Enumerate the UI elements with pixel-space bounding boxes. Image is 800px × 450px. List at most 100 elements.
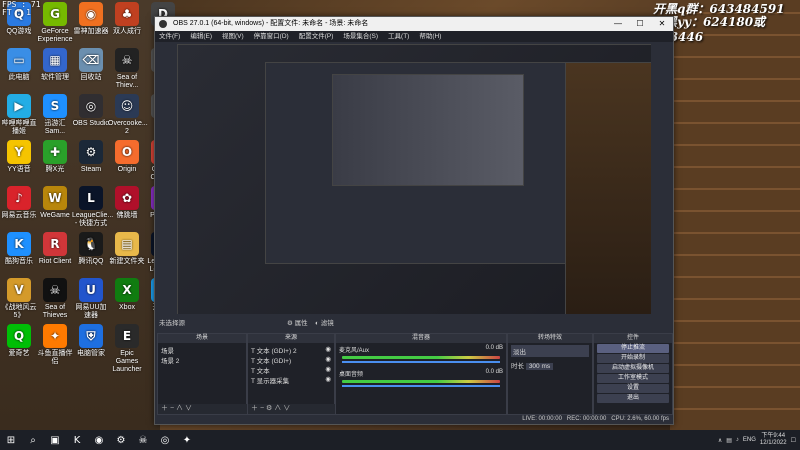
obs-titlebar[interactable]: OBS 27.0.1 (64-bit, windows) - 配置文件: 未命名… (155, 17, 673, 31)
source-item[interactable]: T 文本 ◉ (251, 365, 331, 375)
kugou-icon[interactable]: K (68, 432, 86, 448)
desktop-shortcut[interactable]: S 迅游汇Sam... (36, 94, 74, 136)
obs-preview[interactable] (177, 44, 651, 314)
control-button[interactable]: 退出 (597, 394, 669, 403)
scene-item[interactable]: 场景 2 (161, 355, 243, 365)
chevron-up-icon[interactable]: ∧ (718, 437, 722, 444)
add-icon[interactable]: ＋ (251, 405, 258, 412)
eye-icon[interactable]: ◉ (325, 345, 331, 355)
desktop-shortcut[interactable]: E Epic Games Launcher (108, 324, 146, 374)
riot-client-icon: R (43, 232, 67, 256)
sea-of-thieves-icon[interactable]: ☠ (134, 432, 152, 448)
desktop-shortcut[interactable]: ◉ 雷神加速器 (72, 2, 110, 36)
obs-icon[interactable]: ◎ (156, 432, 174, 448)
control-button[interactable]: 开始录制 (597, 354, 669, 363)
desktop-shortcut[interactable]: ☠ Sea of Thiev... (108, 48, 146, 90)
duration-input[interactable]: 300 ms (525, 363, 554, 370)
desktop-shortcut[interactable]: U 网易UU加速器 (72, 278, 110, 320)
desktop-shortcut[interactable]: ⛨ 电脑管家 (72, 324, 110, 358)
desktop-shortcut[interactable]: ♣ 双人成行 (108, 2, 146, 36)
maximize-icon[interactable]: ☐ (629, 17, 651, 31)
desktop-shortcut[interactable]: ▭ 此电脑 (0, 48, 38, 82)
eye-icon[interactable]: ◉ (325, 355, 331, 365)
xunyou-icon: S (43, 94, 67, 118)
search-icon[interactable]: ⌕ (24, 432, 42, 448)
wegame-icon: W (43, 186, 67, 210)
language-indicator[interactable]: ENG (743, 437, 756, 443)
desktop-shortcut[interactable]: ⌫ 回收站 (72, 48, 110, 82)
menu-item[interactable]: 编辑(E) (190, 31, 212, 42)
menu-item[interactable]: 文件(F) (159, 31, 180, 42)
menu-item[interactable]: 视图(V) (222, 31, 244, 42)
desktop-shortcut[interactable]: 🐧 腾讯QQ (72, 232, 110, 266)
desktop-shortcut-label: Origin (117, 166, 137, 173)
desktop-shortcut[interactable]: X Xbox (108, 278, 146, 312)
desktop-shortcut[interactable]: W WeGame (36, 186, 74, 220)
menu-item[interactable]: 场景集合(S) (343, 31, 378, 42)
douyu-icon[interactable]: ✦ (178, 432, 196, 448)
desktop-shortcut[interactable]: ☠ Sea of Thieves (36, 278, 74, 320)
source-item[interactable]: T 文本 (GDI+) ◉ (251, 355, 331, 365)
desktop-shortcut[interactable]: K 酷狗音乐 (0, 232, 38, 266)
menu-item[interactable]: 工具(T) (388, 31, 409, 42)
chrome-icon[interactable]: ◉ (90, 432, 108, 448)
control-button[interactable]: 工作室模式 (597, 374, 669, 383)
desktop-shortcut[interactable]: ▦ 软件管理 (36, 48, 74, 82)
close-icon[interactable]: ✕ (651, 17, 673, 31)
desktop-shortcut[interactable]: L LeagueClie... - 快捷方式 (72, 186, 113, 228)
desktop-shortcut[interactable]: ▶ 哔哩哔哩直播姬 (0, 94, 38, 136)
down-icon[interactable]: ∨ (185, 405, 192, 412)
steam-icon[interactable]: ⚙ (112, 432, 130, 448)
source-item[interactable]: T 显示器采集 ◉ (251, 375, 331, 385)
windows-start-icon[interactable]: ⊞ (2, 432, 20, 448)
menu-item[interactable]: 配置文件(P) (299, 31, 334, 42)
desktop-shortcut[interactable]: ✿ 佛跳墙 (108, 186, 146, 220)
desktop-shortcut[interactable]: ▤ 新建文件夹 (108, 232, 146, 266)
desktop-shortcut[interactable]: ☺ Overcooke... 2 (108, 94, 148, 136)
desktop-shortcut[interactable]: Q 爱奇艺 (0, 324, 38, 358)
desktop-shortcut[interactable]: ✦ 斗鱼直播伴侣 (36, 324, 74, 366)
control-button[interactable]: 启动虚拟摄像机 (597, 364, 669, 373)
minimize-icon[interactable]: — (607, 17, 629, 31)
obs-window[interactable]: OBS 27.0.1 (64-bit, windows) - 配置文件: 未命名… (154, 16, 674, 425)
desktop-shortcut[interactable]: R Riot Client (36, 232, 74, 266)
eye-icon[interactable]: ◉ (325, 365, 331, 375)
desktop-shortcut[interactable]: ✚ 腾X光 (36, 140, 74, 174)
scene-item[interactable]: 场景 (161, 345, 243, 355)
volume-slider[interactable] (342, 361, 500, 363)
filters-button[interactable]: ◐ 滤镜 (315, 317, 334, 331)
clock[interactable]: 下午9:44 12/1/2022 (760, 433, 787, 447)
desktop-shortcut[interactable]: G GeForce Experience (36, 2, 74, 44)
remove-icon[interactable]: − (170, 405, 174, 412)
menu-item[interactable]: 帮助(H) (419, 31, 441, 42)
desktop-shortcut-label: Epic Games Launcher (112, 350, 142, 373)
down-icon[interactable]: ∨ (283, 405, 290, 412)
up-icon[interactable]: ∧ (274, 405, 281, 412)
network-icon[interactable]: ▤ (726, 437, 732, 444)
desktop-shortcut[interactable]: ◎ OBS Studio (72, 94, 110, 128)
properties-button[interactable]: ⚙ 属性 (287, 317, 308, 331)
source-item[interactable]: T 文本 (GDI+) 2 ◉ (251, 345, 331, 355)
scenes-dock: 场景 场景 场景 2 ＋ − ∧ ∨ (157, 333, 249, 415)
up-icon[interactable]: ∧ (176, 405, 183, 412)
desktop-shortcut[interactable]: O Origin (108, 140, 146, 174)
remove-icon[interactable]: − (260, 405, 264, 412)
desktop-shortcut[interactable]: Y YY语音 (0, 140, 38, 174)
eye-icon[interactable]: ◉ (325, 375, 331, 385)
task-view-icon[interactable]: ▣ (46, 432, 64, 448)
volume-icon[interactable]: ♪ (736, 437, 739, 443)
computer-icon: ▭ (7, 48, 31, 72)
add-icon[interactable]: ＋ (161, 405, 168, 412)
menu-item[interactable]: 停靠窗口(D) (254, 31, 289, 42)
desktop-shortcut[interactable]: V 《战地风云 5》 (0, 278, 38, 320)
gear-icon[interactable]: ⚙ (266, 405, 272, 412)
mixer-channel: 麦克风/Aux 0.0 dB (336, 343, 506, 363)
desktop-shortcut[interactable]: ⚙ Steam (72, 140, 110, 174)
sources-toolbar: ＋ − ⚙ ∧ ∨ (248, 404, 337, 414)
volume-slider[interactable] (342, 385, 500, 387)
control-button[interactable]: 停止推流 (597, 344, 669, 353)
desktop-shortcut[interactable]: ♪ 网易云音乐 (0, 186, 38, 220)
notification-icon[interactable]: ☐ (791, 437, 796, 444)
transition-select[interactable]: 淡出 (511, 345, 589, 357)
control-button[interactable]: 设置 (597, 384, 669, 393)
